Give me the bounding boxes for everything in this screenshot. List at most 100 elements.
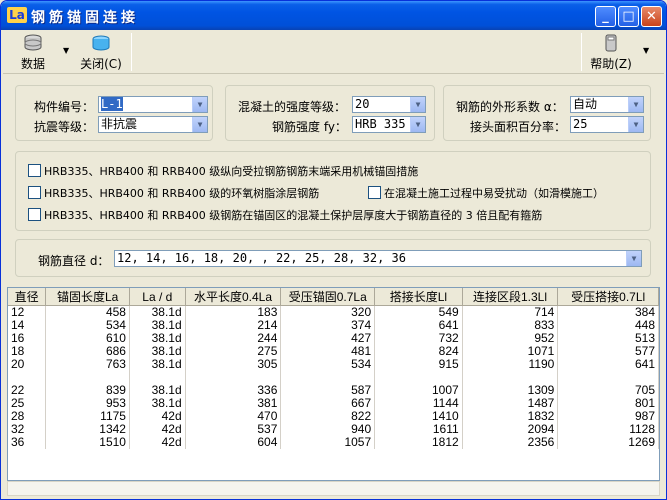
checkbox[interactable] — [28, 208, 41, 221]
help-dropdown-arrow-icon[interactable]: ▼ — [643, 46, 649, 55]
column-header[interactable]: 受压锚固0.7La — [280, 288, 376, 306]
chevron-down-icon[interactable]: ▼ — [192, 97, 207, 112]
help-icon — [605, 34, 617, 52]
lap-area-value: 25 — [573, 117, 588, 131]
checkbox[interactable] — [28, 186, 41, 199]
table-cell: 42d — [129, 436, 186, 449]
horizontal-scrollbar[interactable] — [7, 481, 660, 496]
table-cell: 1057 — [280, 436, 376, 449]
close-button-label: 关闭(C) — [80, 57, 122, 71]
option-construction-disturbance[interactable]: 在混凝土施工过程中易受扰动（如滑模施工） — [368, 185, 604, 201]
table-cell: 534 — [280, 358, 376, 371]
concrete-group: 混凝土的强度等级： 20 ▼ 钢筋强度 fy： HRB 335 ▼ — [225, 85, 435, 141]
table-cell: 12 — [8, 305, 47, 319]
database-icon — [24, 34, 42, 51]
chevron-down-icon[interactable]: ▼ — [628, 117, 643, 132]
concrete-label: 混凝土的强度等级： — [238, 100, 347, 114]
option-mechanical-anchor[interactable]: HRB335、HRB400 和 RRB400 级纵向受拉钢筋钢筋末端采用机械锚固… — [28, 163, 418, 179]
rebar-group: 钢筋的外形系数 α： 自动 ▼ 接头面积百分率： 25 ▼ — [443, 85, 651, 141]
table-row[interactable]: 36 1510 42d 604 1057 1812 2356 1269 — [8, 436, 659, 449]
column-header[interactable]: 水平长度0.4La — [185, 288, 282, 306]
member-group: 构件编号： L-1 ▼ 抗震等级： 非抗震 ▼ — [15, 85, 213, 141]
data-button[interactable]: 数据 — [15, 33, 51, 73]
table-cell: 384 — [557, 305, 659, 319]
table-cell: 38.1d — [129, 305, 186, 319]
results-table[interactable]: 直径 锚固长度La La / d 水平长度0.4La 受压锚固0.7La 搭接长… — [7, 287, 660, 481]
table-cell: 458 — [45, 305, 130, 319]
column-header[interactable]: 连接区段1.3Ll — [462, 288, 559, 306]
member-no-combo[interactable]: L-1 ▼ — [98, 96, 208, 113]
close-button[interactable]: 关闭(C) — [77, 33, 125, 73]
concrete-value: 20 — [355, 97, 370, 111]
table-cell: 305 — [185, 358, 282, 371]
seismic-combo[interactable]: 非抗震 ▼ — [98, 116, 208, 133]
table-cell: 183 — [185, 305, 282, 319]
rebar-strength-label: 钢筋强度 fy： — [272, 120, 347, 134]
diameter-combo[interactable]: 12, 14, 16, 18, 20, , 22, 25, 28, 32, 36… — [114, 250, 642, 267]
toolbar-separator — [581, 33, 582, 71]
option-label: HRB335、HRB400 和 RRB400 级钢筋在锚固区的混凝土保护层厚度大… — [44, 209, 543, 222]
chevron-down-icon[interactable]: ▼ — [628, 97, 643, 112]
title-bar[interactable]: La 钢筋锚固连接 _ □ ✕ — [1, 1, 666, 30]
table-cell: 38.1d — [129, 358, 186, 371]
checkbox[interactable] — [368, 186, 381, 199]
chevron-down-icon[interactable]: ▼ — [410, 97, 425, 112]
help-button-label: 帮助(Z) — [590, 57, 632, 71]
chevron-down-icon[interactable]: ▼ — [192, 117, 207, 132]
option-label: 在混凝土施工过程中易受扰动（如滑模施工） — [384, 187, 604, 200]
member-no-value: L-1 — [101, 97, 123, 111]
close-db-icon — [92, 35, 110, 51]
table-cell: 1812 — [374, 436, 463, 449]
close-window-button[interactable]: ✕ — [641, 6, 662, 27]
table-cell: 604 — [185, 436, 282, 449]
diameter-value: 12, 14, 16, 18, 20, , 22, 25, 28, 32, 36 — [117, 251, 406, 265]
table-cell: 1190 — [462, 358, 559, 371]
maximize-button[interactable]: □ — [618, 6, 639, 27]
toolbar-separator — [131, 33, 132, 71]
seismic-label: 抗震等级： — [34, 120, 95, 134]
column-header[interactable]: La / d — [129, 288, 186, 306]
diameter-group: 钢筋直径 d： 12, 14, 16, 18, 20, , 22, 25, 28… — [15, 239, 651, 277]
option-label: HRB335、HRB400 和 RRB400 级纵向受拉钢筋钢筋末端采用机械锚固… — [44, 165, 419, 178]
toolbar: 数据 ▼ 关闭(C) 帮助(Z) ▼ — [3, 30, 664, 74]
table-header-row: 直径 锚固长度La La / d 水平长度0.4La 受压锚固0.7La 搭接长… — [8, 288, 659, 306]
lap-area-combo[interactable]: 25 ▼ — [570, 116, 644, 133]
shape-coef-combo[interactable]: 自动 ▼ — [570, 96, 644, 113]
column-header[interactable]: 搭接长度Ll — [374, 288, 463, 306]
window-title: 钢筋锚固连接 — [31, 10, 139, 26]
option-label: HRB335、HRB400 和 RRB400 级的环氧树脂涂层钢筋 — [44, 187, 320, 200]
app-window: La 钢筋锚固连接 _ □ ✕ 数据 ▼ 关闭(C) 帮助(Z) ▼ 构件编号：… — [0, 0, 667, 500]
help-button[interactable]: 帮助(Z) — [587, 33, 635, 73]
table-cell: 915 — [374, 358, 463, 371]
app-icon: La — [7, 7, 27, 23]
option-cover-thickness[interactable]: HRB335、HRB400 和 RRB400 级钢筋在锚固区的混凝土保护层厚度大… — [28, 207, 542, 223]
checkbox[interactable] — [28, 164, 41, 177]
option-epoxy-coated[interactable]: HRB335、HRB400 和 RRB400 级的环氧树脂涂层钢筋 — [28, 185, 319, 201]
chevron-down-icon[interactable]: ▼ — [626, 251, 641, 266]
data-button-label: 数据 — [20, 57, 45, 71]
member-no-label: 构件编号： — [34, 100, 95, 114]
chevron-down-icon[interactable]: ▼ — [410, 117, 425, 132]
shape-coef-label: 钢筋的外形系数 α： — [456, 100, 564, 114]
table-cell: 763 — [45, 358, 130, 371]
seismic-value: 非抗震 — [101, 117, 138, 131]
table-cell: 320 — [280, 305, 376, 319]
column-header[interactable]: 锚固长度La — [45, 288, 130, 306]
table-cell: 20 — [8, 358, 47, 371]
table-cell: 1510 — [45, 436, 130, 449]
table-cell: 641 — [557, 358, 659, 371]
data-dropdown-arrow-icon[interactable]: ▼ — [63, 46, 69, 55]
table-row[interactable]: 12 458 38.1d 183 320 549 714 384 — [8, 305, 659, 319]
minimize-button[interactable]: _ — [595, 6, 616, 27]
options-group: HRB335、HRB400 和 RRB400 级纵向受拉钢筋钢筋末端采用机械锚固… — [15, 151, 651, 231]
lap-area-label: 接头面积百分率： — [470, 120, 567, 134]
rebar-strength-combo[interactable]: HRB 335 ▼ — [352, 116, 426, 133]
column-header[interactable]: 直径 — [8, 288, 47, 306]
table-cell: 549 — [374, 305, 463, 319]
rebar-strength-value: HRB 335 — [355, 117, 406, 131]
column-header[interactable]: 受压搭接0.7Ll — [557, 288, 659, 306]
table-cell: 2356 — [462, 436, 559, 449]
concrete-combo[interactable]: 20 ▼ — [352, 96, 426, 113]
table-row[interactable]: 20 763 38.1d 305 534 915 1190 641 — [8, 358, 659, 371]
diameter-label: 钢筋直径 d： — [38, 254, 110, 268]
